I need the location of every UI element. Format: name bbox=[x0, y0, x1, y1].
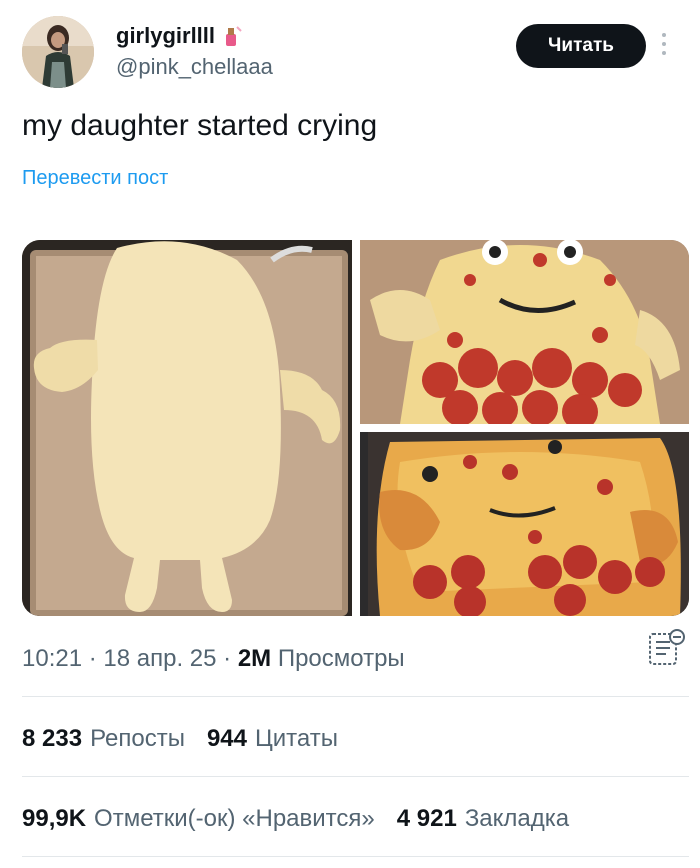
avatar[interactable] bbox=[22, 16, 94, 88]
nail-polish-icon bbox=[226, 26, 242, 46]
divider bbox=[22, 776, 689, 777]
meta-separator-2: · bbox=[216, 645, 238, 672]
media-grid bbox=[22, 240, 689, 616]
display-name-text: girlygirllll bbox=[116, 23, 216, 48]
likes-stat[interactable]: 99,9K Отметки(-ок) «Нравится» bbox=[22, 802, 375, 836]
follow-button[interactable]: Читать bbox=[516, 24, 646, 68]
photo-pizza-raw[interactable] bbox=[360, 240, 689, 424]
reposts-stat[interactable]: 8 233 Репосты bbox=[22, 722, 185, 756]
stats-row-likes: 99,9K Отметки(-ок) «Нравится» 4 921 Заклад… bbox=[22, 802, 569, 836]
display-name[interactable]: girlygirllll bbox=[116, 22, 273, 50]
tweet-meta: 10:21 · 18 апр. 25 · 2M Просмотры bbox=[22, 642, 405, 676]
divider bbox=[22, 856, 689, 857]
photo-pizza-baked[interactable] bbox=[360, 432, 689, 616]
author-info: girlygirllll @pink_chellaaa bbox=[116, 22, 273, 82]
tweet-date[interactable]: 18 апр. 25 bbox=[103, 645, 216, 672]
more-options-icon[interactable] bbox=[654, 28, 674, 64]
views-count: 2M bbox=[237, 645, 272, 672]
user-handle[interactable]: @pink_chellaaa bbox=[116, 52, 273, 82]
bookmarks-stat[interactable]: 4 921 Закладка bbox=[397, 802, 569, 836]
views-label: Просмотры bbox=[277, 645, 405, 672]
analytics-icon[interactable] bbox=[646, 628, 688, 670]
quotes-stat[interactable]: 944 Цитаты bbox=[207, 722, 338, 756]
meta-separator: · bbox=[82, 645, 104, 672]
translate-link[interactable]: Перевести пост bbox=[22, 164, 168, 192]
stats-row-reposts: 8 233 Репосты 944 Цитаты bbox=[22, 722, 338, 756]
tweet-time[interactable]: 10:21 bbox=[22, 645, 82, 672]
tweet-text: my daughter started crying bbox=[22, 109, 378, 142]
divider bbox=[22, 696, 689, 697]
avatar-image bbox=[22, 16, 94, 88]
photo-dough[interactable] bbox=[22, 240, 352, 616]
